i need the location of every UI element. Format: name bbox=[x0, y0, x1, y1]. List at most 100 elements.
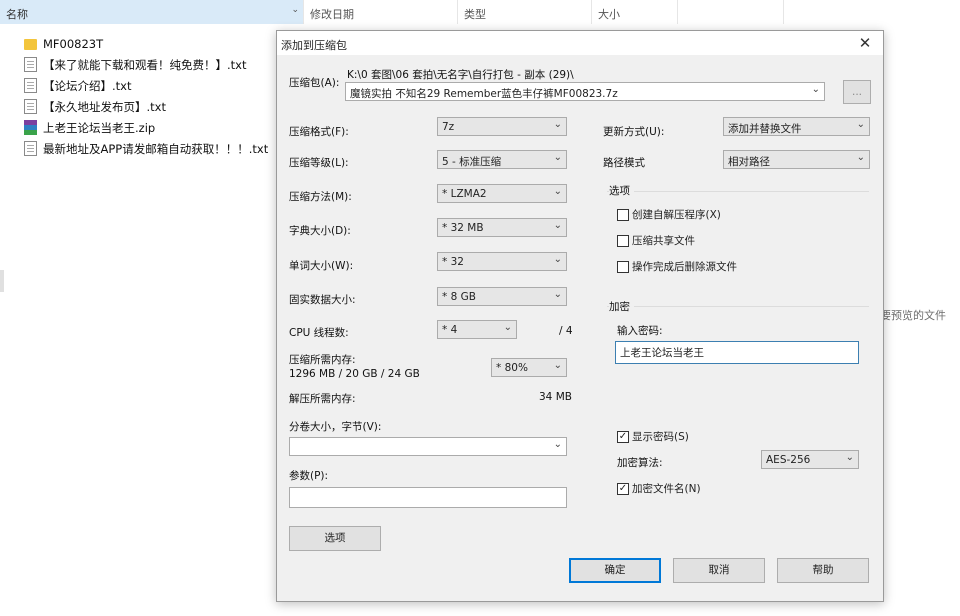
delete-label: 操作完成后删除源文件 bbox=[632, 261, 737, 273]
column-name-label: 名称 bbox=[6, 8, 28, 21]
path-mode-label: 路径模式 bbox=[603, 157, 645, 169]
chevron-down-icon: ⌄ bbox=[553, 360, 562, 371]
file-name: 【永久地址发布页】.txt bbox=[43, 99, 166, 114]
encrypt-names-label: 加密文件名(N) bbox=[632, 483, 701, 495]
solid-label: 固实数据大小: bbox=[289, 294, 356, 306]
mem-select[interactable]: * 80% ⌄ bbox=[491, 358, 567, 377]
list-item[interactable]: 【永久地址发布页】.txt bbox=[24, 96, 268, 117]
cpu-total: / 4 bbox=[559, 325, 573, 337]
text-file-icon bbox=[24, 99, 37, 114]
list-item[interactable]: 【论坛介绍】.txt bbox=[24, 75, 268, 96]
options-group-label: 选项 bbox=[609, 183, 634, 198]
update-select[interactable]: 添加并替换文件 ⌄ bbox=[723, 117, 870, 136]
path-mode-select[interactable]: 相对路径 ⌄ bbox=[723, 150, 870, 169]
column-header-date[interactable]: 修改日期 bbox=[304, 0, 458, 24]
shared-checkbox[interactable]: 压缩共享文件 bbox=[617, 233, 695, 248]
level-value: 5 - 标准压缩 bbox=[442, 156, 502, 168]
checkmark-icon: ✓ bbox=[617, 482, 629, 495]
file-name: 【来了就能下载和观看！纯免费！】.txt bbox=[43, 57, 247, 72]
mem-value: * 80% bbox=[496, 362, 528, 374]
ok-button[interactable]: 确定 bbox=[569, 558, 661, 583]
sfx-label: 创建自解压程序(X) bbox=[632, 209, 721, 221]
encryption-group bbox=[607, 306, 869, 307]
enc-method-value: AES-256 bbox=[766, 454, 811, 466]
column-type-label: 类型 bbox=[464, 8, 486, 21]
column-header-name[interactable]: 名称 ^ ⌄ bbox=[0, 0, 304, 24]
update-label: 更新方式(U): bbox=[603, 126, 665, 138]
checkbox-icon bbox=[617, 234, 629, 247]
close-icon[interactable]: ✕ bbox=[853, 33, 877, 53]
options-button[interactable]: 选项 bbox=[289, 526, 381, 551]
decomp-label: 解压所需内存: bbox=[289, 393, 356, 405]
list-item[interactable]: 上老王论坛当老王.zip bbox=[24, 117, 268, 138]
enc-method-select[interactable]: AES-256 ⌄ bbox=[761, 450, 859, 469]
text-file-icon bbox=[24, 78, 37, 93]
column-header-blank bbox=[678, 0, 784, 24]
help-button[interactable]: 帮助 bbox=[777, 558, 869, 583]
chevron-down-icon: ⌄ bbox=[553, 254, 562, 265]
checkbox-icon bbox=[617, 260, 629, 273]
chevron-down-icon[interactable]: ⌄ bbox=[291, 5, 299, 15]
dict-label: 字典大小(D): bbox=[289, 225, 351, 237]
archive-icon bbox=[24, 120, 37, 135]
chevron-down-icon: ⌄ bbox=[553, 119, 562, 130]
shared-label: 压缩共享文件 bbox=[632, 235, 695, 247]
file-list: MF00823T 【来了就能下载和观看！纯免费！】.txt 【论坛介绍】.txt… bbox=[24, 33, 268, 159]
solid-select[interactable]: * 8 GB ⌄ bbox=[437, 287, 567, 306]
word-label: 单词大小(W): bbox=[289, 260, 354, 272]
chevron-down-icon: ⌄ bbox=[856, 119, 865, 130]
folder-icon bbox=[24, 39, 37, 50]
sfx-checkbox[interactable]: 创建自解压程序(X) bbox=[617, 207, 721, 222]
encrypt-names-checkbox[interactable]: ✓ 加密文件名(N) bbox=[617, 481, 701, 496]
file-name: MF00823T bbox=[43, 36, 104, 51]
chevron-down-icon: ⌄ bbox=[503, 322, 512, 333]
split-label: 分卷大小，字节(V): bbox=[289, 421, 382, 433]
column-header-size[interactable]: 大小 bbox=[592, 0, 678, 24]
column-header-type[interactable]: 类型 bbox=[458, 0, 592, 24]
path-mode-value: 相对路径 bbox=[728, 156, 770, 168]
add-to-archive-dialog: 添加到压缩包 ✕ 压缩包(A): K:\0 套图\06 套拍\无名字\自行打包 … bbox=[276, 30, 884, 602]
cpu-value: * 4 bbox=[442, 324, 458, 336]
preview-hint: 要预览的文件 bbox=[880, 309, 946, 322]
delete-checkbox[interactable]: 操作完成后删除源文件 bbox=[617, 259, 737, 274]
decomp-value: 34 MB bbox=[539, 391, 572, 403]
cpu-select[interactable]: * 4 ⌄ bbox=[437, 320, 517, 339]
chevron-down-icon: ⌄ bbox=[845, 452, 854, 463]
chevron-down-icon: ⌄ bbox=[856, 152, 865, 163]
archive-label: 压缩包(A): bbox=[289, 77, 340, 89]
dialog-title: 添加到压缩包 bbox=[281, 39, 347, 52]
list-item[interactable]: 【来了就能下载和观看！纯免费！】.txt bbox=[24, 54, 268, 75]
cancel-button[interactable]: 取消 bbox=[673, 558, 765, 583]
password-input[interactable]: 上老王论坛当老王 bbox=[615, 341, 859, 364]
dict-value: * 32 MB bbox=[442, 222, 484, 234]
show-password-label: 显示密码(S) bbox=[632, 431, 689, 443]
archive-path: K:\0 套图\06 套拍\无名字\自行打包 - 副本 (29)\ bbox=[347, 69, 574, 81]
format-select[interactable]: 7z ⌄ bbox=[437, 117, 567, 136]
format-value: 7z bbox=[442, 121, 455, 133]
file-name: 【论坛介绍】.txt bbox=[43, 78, 132, 93]
list-item[interactable]: 最新地址及APP请发邮箱自动获取！！！.txt bbox=[24, 138, 268, 159]
mem-label: 压缩所需内存: bbox=[289, 354, 356, 366]
encryption-group-label: 加密 bbox=[609, 299, 634, 314]
sort-up-icon: ^ bbox=[154, 0, 162, 6]
params-input[interactable] bbox=[289, 487, 567, 508]
password-label: 输入密码: bbox=[617, 325, 663, 337]
method-select[interactable]: * LZMA2 ⌄ bbox=[437, 184, 567, 203]
column-size-label: 大小 bbox=[598, 8, 620, 21]
mem-detail: 1296 MB / 20 GB / 24 GB bbox=[289, 368, 420, 380]
level-select[interactable]: 5 - 标准压缩 ⌄ bbox=[437, 150, 567, 169]
params-label: 参数(P): bbox=[289, 470, 329, 482]
text-file-icon bbox=[24, 141, 37, 156]
list-item[interactable]: MF00823T bbox=[24, 33, 268, 54]
show-password-checkbox[interactable]: ✓ 显示密码(S) bbox=[617, 429, 689, 444]
split-select[interactable]: ⌄ bbox=[289, 437, 567, 456]
word-select[interactable]: * 32 ⌄ bbox=[437, 252, 567, 271]
dialog-titlebar[interactable]: 添加到压缩包 ✕ bbox=[277, 31, 883, 55]
checkbox-icon bbox=[617, 208, 629, 221]
solid-value: * 8 GB bbox=[442, 291, 476, 303]
dict-select[interactable]: * 32 MB ⌄ bbox=[437, 218, 567, 237]
archive-name-combo[interactable]: 魔镜实拍 不知名29 Remember蓝色丰仔裤MF00823.7z ⌄ bbox=[345, 82, 825, 101]
file-name: 最新地址及APP请发邮箱自动获取！！！.txt bbox=[43, 141, 269, 156]
file-name: 上老王论坛当老王.zip bbox=[43, 120, 156, 135]
browse-button[interactable]: ... bbox=[843, 80, 871, 104]
